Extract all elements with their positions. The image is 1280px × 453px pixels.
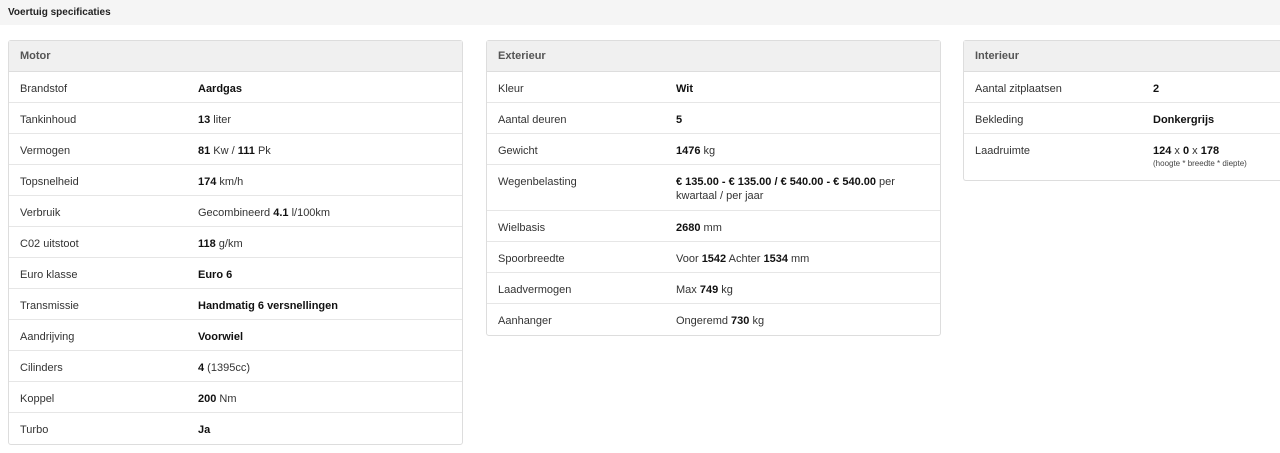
spec-value: 4 (1395cc) bbox=[198, 362, 250, 374]
panel-exterieur-header: Exterieur bbox=[487, 41, 940, 72]
spec-label: Gewicht bbox=[498, 145, 538, 157]
spec-row-topsnelheid: Topsnelheid 174 km/h bbox=[9, 165, 462, 196]
spec-label: Cilinders bbox=[20, 362, 63, 374]
spec-row-transmissie: Transmissie Handmatig 6 versnellingen bbox=[9, 289, 462, 320]
spec-label: Kleur bbox=[498, 83, 524, 95]
spec-label: Aanhanger bbox=[498, 315, 552, 327]
exterieur-rows: Kleur Wit Aantal deuren 5 Gewicht 1476 kg W… bbox=[487, 72, 940, 335]
page-title: Voertuig specificaties bbox=[8, 7, 111, 18]
spec-row-spoorbreedte: Spoorbreedte Voor 1542 Achter 1534 mm bbox=[487, 242, 940, 273]
spec-row-gewicht: Gewicht 1476 kg bbox=[487, 134, 940, 165]
spec-row-zitplaatsen: Aantal zitplaatsen 2 bbox=[964, 72, 1280, 103]
spec-value: 13 liter bbox=[198, 114, 232, 126]
spec-row-verbruik: Verbruik Gecombineerd 4.1 l/100km bbox=[9, 196, 462, 227]
spec-label: Laadvermogen bbox=[498, 284, 572, 296]
laadruimte-note: (hoogte * breedte * diepte) bbox=[1153, 159, 1247, 168]
spec-label: Turbo bbox=[20, 424, 49, 436]
spec-label: Aantal deuren bbox=[498, 114, 567, 126]
spec-label: Aandrijving bbox=[20, 331, 75, 343]
spec-label: Laadruimte bbox=[975, 145, 1031, 157]
spec-row-laadvermogen: Laadvermogen Max 749 kg bbox=[487, 273, 940, 304]
spec-row-kleur: Kleur Wit bbox=[487, 72, 940, 103]
spec-label: Transmissie bbox=[20, 300, 79, 312]
spec-value: 81 Kw / 111 Pk bbox=[198, 145, 271, 157]
panel-motor: Motor Brandstof Aardgas Tankinhoud 13 lite… bbox=[8, 40, 463, 445]
spec-label: Wegenbelasting bbox=[498, 176, 577, 188]
spec-value: 174 km/h bbox=[198, 176, 244, 188]
panel-motor-header: Motor bbox=[9, 41, 462, 72]
spec-value: 200 Nm bbox=[198, 393, 237, 405]
spec-row-koppel: Koppel 200 Nm bbox=[9, 382, 462, 413]
spec-label: Tankinhoud bbox=[20, 114, 77, 126]
spec-label: Bekleding bbox=[975, 114, 1024, 126]
spec-row-cilinders: Cilinders 4 (1395cc) bbox=[9, 351, 462, 382]
spec-label: Vermogen bbox=[20, 145, 71, 157]
spec-row-brandstof: Brandstof Aardgas bbox=[9, 72, 462, 103]
spec-row-laadruimte: Laadruimte 124 x 0 x 178 (hoogte * breedte… bbox=[964, 134, 1280, 180]
spec-row-wegenbelasting: Wegenbelasting € 135.00 - € 135.00 / € 54… bbox=[487, 165, 940, 211]
spec-label: Aantal zitplaatsen bbox=[975, 83, 1062, 95]
spec-value: Voor 1542 Achter 1534 mm bbox=[676, 253, 810, 265]
spec-value: Wit bbox=[676, 83, 694, 95]
spec-label: Koppel bbox=[20, 393, 55, 405]
spec-value: Ja bbox=[198, 424, 211, 436]
spec-row-bekleding: Bekleding Donkergrijs bbox=[964, 103, 1280, 134]
panel-interieur-header: Interieur bbox=[964, 41, 1280, 72]
spec-value: 118 g/km bbox=[198, 238, 243, 250]
spec-value: Max 749 kg bbox=[676, 284, 733, 296]
spec-value: Euro 6 bbox=[198, 269, 233, 281]
spec-value: Voorwiel bbox=[198, 331, 244, 343]
spec-row-vermogen: Vermogen 81 Kw / 111 Pk bbox=[9, 134, 462, 165]
spec-label: Topsnelheid bbox=[20, 176, 79, 188]
spec-value: Aardgas bbox=[198, 83, 243, 95]
spec-value: 1476 kg bbox=[676, 145, 716, 157]
spec-row-aantal-deuren: Aantal deuren 5 bbox=[487, 103, 940, 134]
spec-label: Spoorbreedte bbox=[498, 253, 565, 265]
spec-row-aanhanger: Aanhanger Ongeremd 730 kg bbox=[487, 304, 940, 335]
spec-value: € 135.00 - € 135.00 / € 540.00 - € 540.0… bbox=[676, 176, 895, 202]
motor-rows: Brandstof Aardgas Tankinhoud 13 liter Verm… bbox=[9, 72, 462, 444]
interieur-rows: Aantal zitplaatsen 2 Bekleding Donkergrijs… bbox=[964, 72, 1280, 180]
spec-row-euro-klasse: Euro klasse Euro 6 bbox=[9, 258, 462, 289]
spec-row-aandrijving: Aandrijving Voorwiel bbox=[9, 320, 462, 351]
spec-value: Donkergrijs bbox=[1153, 114, 1215, 126]
spec-label: Verbruik bbox=[20, 207, 61, 219]
spec-value: Gecombineerd 4.1 l/100km bbox=[198, 207, 331, 219]
spec-label: Euro klasse bbox=[20, 269, 78, 281]
spec-value: 124 x 0 x 178 (hoogte * breedte * diepte) bbox=[1153, 144, 1280, 169]
spec-label: C02 uitstoot bbox=[20, 238, 79, 250]
spec-row-wielbasis: Wielbasis 2680 mm bbox=[487, 211, 940, 242]
spec-row-turbo: Turbo Ja bbox=[9, 413, 462, 444]
spec-value: Ongeremd 730 kg bbox=[676, 315, 765, 327]
panel-exterieur: Exterieur Kleur Wit Aantal deuren 5 Gewich… bbox=[486, 40, 941, 336]
spec-row-tankinhoud: Tankinhoud 13 liter bbox=[9, 103, 462, 134]
page-header: Voertuig specificaties bbox=[0, 0, 1280, 25]
spec-value: 2 bbox=[1153, 83, 1160, 95]
panel-interieur: Interieur Aantal zitplaatsen 2 Bekleding D… bbox=[963, 40, 1280, 181]
spec-value: 2680 mm bbox=[676, 222, 722, 234]
spec-value: Handmatig 6 versnellingen bbox=[198, 300, 338, 312]
spec-label: Wielbasis bbox=[498, 222, 546, 234]
spec-row-co2: C02 uitstoot 118 g/km bbox=[9, 227, 462, 258]
spec-label: Brandstof bbox=[20, 83, 68, 95]
spec-value: 5 bbox=[676, 114, 683, 126]
